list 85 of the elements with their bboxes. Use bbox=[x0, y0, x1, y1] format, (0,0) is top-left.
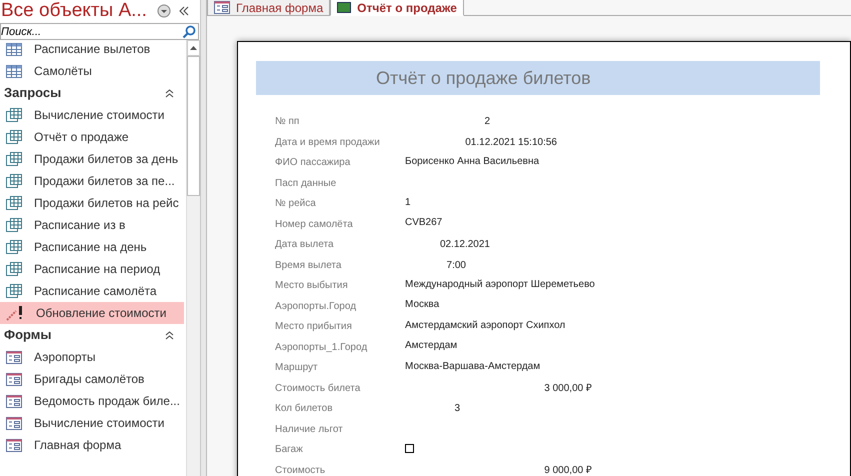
field-label: Стоимость bbox=[275, 464, 326, 476]
datasheet-icon bbox=[6, 196, 22, 210]
field-value: 01.12.2021 15:10:56 bbox=[465, 136, 557, 148]
field-label: Пасп данные bbox=[275, 178, 336, 189]
nav-item[interactable]: Обновление стоимости bbox=[0, 302, 184, 324]
field-label: Аэропорты_1.Город bbox=[275, 342, 368, 353]
form-icon bbox=[214, 1, 230, 14]
field-value: 3 000,00 ₽ bbox=[544, 382, 592, 394]
field-label: № пп bbox=[275, 116, 300, 128]
scroll-thumb[interactable] bbox=[187, 56, 200, 196]
datasheet-icon bbox=[6, 108, 22, 122]
field-value: Амстердамский аэропорт Схипхол bbox=[405, 318, 566, 333]
field-label: Аэропорты.Город bbox=[275, 300, 356, 312]
table-icon bbox=[6, 64, 22, 78]
scroll-up-icon[interactable] bbox=[190, 46, 197, 50]
field-value: 2 bbox=[484, 116, 490, 128]
nav-item[interactable]: Бригады самолётов bbox=[0, 368, 184, 390]
field-label: ФИО пассажира bbox=[275, 157, 350, 168]
datasheet-icon bbox=[6, 262, 22, 276]
field-label: Наличие льгот bbox=[275, 424, 343, 435]
nav-item[interactable]: Отчёт о продаже bbox=[0, 126, 184, 148]
search-box[interactable]: Поиск... bbox=[0, 23, 199, 40]
field-label: Маршрут bbox=[275, 362, 318, 374]
nav-item[interactable]: Расписание вылетов bbox=[0, 40, 184, 60]
form-icon bbox=[6, 438, 22, 452]
field-label: Место выбытия bbox=[275, 280, 348, 292]
datasheet-icon bbox=[6, 130, 22, 144]
nav-item[interactable]: Расписание самолёта bbox=[0, 280, 184, 302]
group-header[interactable]: Формы bbox=[4, 325, 165, 345]
search-icon[interactable] bbox=[182, 24, 196, 38]
form-icon bbox=[6, 394, 22, 408]
form-icon bbox=[6, 372, 22, 386]
document-tab[interactable]: Отчёт о продаже bbox=[330, 0, 464, 16]
field-value: 1 bbox=[405, 196, 411, 210]
collapse-up-icon[interactable] bbox=[165, 330, 174, 340]
nav-item[interactable]: Ведомость продаж биле... bbox=[0, 390, 184, 412]
report-icon bbox=[337, 2, 352, 13]
field-value: 9 000,00 ₽ bbox=[544, 464, 592, 476]
collapse-icon[interactable] bbox=[178, 6, 189, 16]
field-label: Место прибытия bbox=[275, 321, 352, 332]
field-value: Москва bbox=[405, 298, 440, 312]
form-icon bbox=[6, 416, 22, 430]
nav-item[interactable]: Расписание на период bbox=[0, 258, 184, 280]
datasheet-icon bbox=[6, 218, 22, 232]
group-header[interactable]: Запросы bbox=[4, 83, 165, 103]
nav-item[interactable]: Вычисление стоимости bbox=[0, 412, 184, 434]
nav-item[interactable]: Продажи билетов на рейс bbox=[0, 192, 184, 214]
field-value: Москва-Варшава-Амстердам bbox=[405, 360, 540, 374]
nav-item[interactable]: Вычисление стоимости bbox=[0, 104, 184, 126]
dropdown-icon[interactable] bbox=[156, 4, 171, 18]
field-label: Дата и время продажи bbox=[275, 136, 380, 148]
field-value: Амстердам bbox=[405, 339, 458, 354]
nav-item[interactable]: Аэропорты bbox=[0, 346, 184, 368]
nav-item[interactable]: Главная форма bbox=[0, 434, 184, 456]
table-icon bbox=[6, 42, 22, 56]
pencil-icon bbox=[6, 305, 24, 321]
field-value: CVB267 bbox=[405, 216, 442, 230]
field-label: Стоимость билета bbox=[275, 382, 360, 394]
nav-item[interactable]: Продажи билетов за день bbox=[0, 148, 184, 170]
scrollbar[interactable] bbox=[186, 40, 200, 476]
field-label: № рейса bbox=[275, 198, 316, 210]
field-label: Багаж bbox=[275, 444, 303, 456]
nav-item[interactable]: Расписание на день bbox=[0, 236, 184, 258]
field-value: Борисенко Анна Васильевна bbox=[405, 154, 540, 169]
search-field[interactable]: Поиск... bbox=[1, 24, 182, 39]
nav-item[interactable]: Продажи билетов за пе... bbox=[0, 170, 184, 192]
collapse-up-icon[interactable] bbox=[165, 88, 174, 98]
field-label: Кол билетов bbox=[275, 403, 332, 414]
field-label: Дата вылета bbox=[275, 239, 334, 250]
datasheet-icon bbox=[6, 284, 22, 298]
document-tab[interactable]: Главная форма bbox=[207, 0, 330, 16]
field-value: 02.12.2021 bbox=[440, 239, 490, 250]
nav-item[interactable]: Расписание из в bbox=[0, 214, 184, 236]
field-value: 3 bbox=[454, 403, 460, 414]
field-label: Номер самолёта bbox=[275, 218, 353, 230]
form-icon bbox=[6, 350, 22, 364]
field-value: Международный аэропорт Шереметьево bbox=[405, 278, 595, 292]
datasheet-icon bbox=[6, 152, 22, 166]
field-value: 7:00 bbox=[446, 260, 466, 271]
report-title: Отчёт о продаже билетов bbox=[256, 61, 820, 95]
datasheet-icon bbox=[6, 174, 22, 188]
pane-title: Все объекты A... bbox=[1, 0, 147, 22]
nav-item[interactable]: Самолёты bbox=[0, 60, 184, 82]
datasheet-icon bbox=[6, 240, 22, 254]
field-label: Время вылета bbox=[275, 260, 342, 271]
